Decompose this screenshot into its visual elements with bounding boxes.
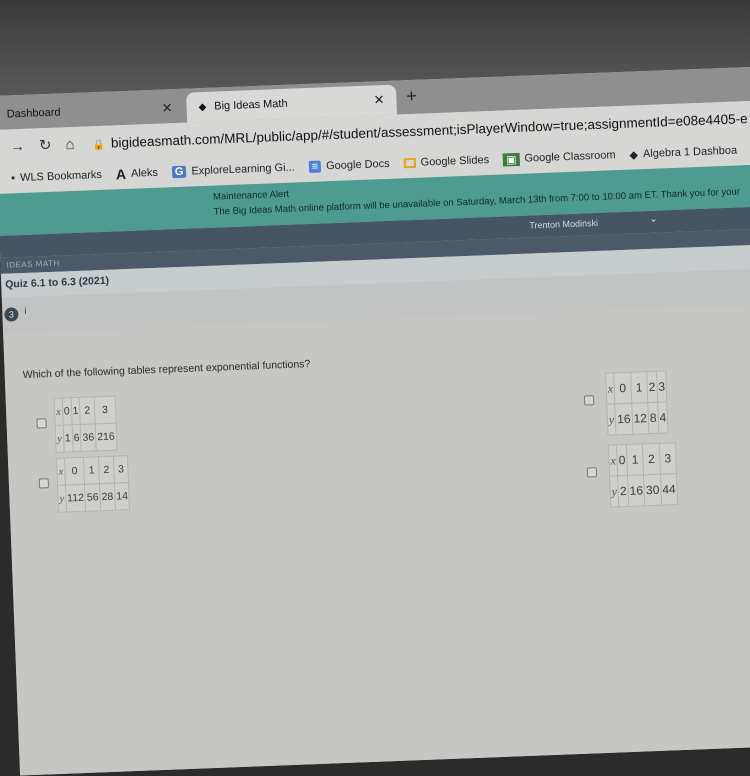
- bookmarks-folder-icon: ▪: [10, 172, 16, 185]
- user-name[interactable]: Trenton Modinski: [529, 218, 598, 231]
- x-value: 3: [659, 442, 677, 475]
- bookmark-google-slides[interactable]: Google Slides: [403, 154, 489, 169]
- question-text: Which of the following tables represent …: [22, 358, 311, 382]
- bookmark-algebra-dashboard[interactable]: ◆ Algebra 1 Dashboa: [629, 144, 738, 162]
- y-value: 12: [631, 402, 649, 435]
- bookmark-label: Algebra 1 Dashboa: [642, 144, 738, 161]
- chevron-down-icon[interactable]: ⌄: [649, 214, 658, 225]
- bookmark-label: WLS Bookmarks: [19, 168, 103, 185]
- bookmark-aleks[interactable]: A Aleks: [115, 165, 159, 183]
- tab-label: Dashboard: [6, 106, 61, 121]
- answer-checkbox[interactable]: [586, 467, 598, 478]
- x-value: 2: [79, 396, 96, 425]
- google-classroom-icon: ▣: [502, 152, 520, 166]
- lock-icon: 🔒: [92, 139, 106, 151]
- browser-screen: Dashboard ✕ ◆ Big Ideas Math ✕ + → ↻ ⌂ 🔒…: [0, 66, 750, 776]
- bookmark-label: Aleks: [130, 166, 159, 180]
- y-value: 30: [643, 474, 662, 506]
- close-icon[interactable]: ✕: [161, 100, 173, 116]
- explorelearning-icon: G: [171, 165, 187, 179]
- x-value: 1: [630, 371, 648, 404]
- question-area: Which of the following tables represent …: [3, 303, 750, 776]
- y-value: 44: [660, 473, 678, 506]
- big-ideas-icon: ◆: [198, 101, 207, 113]
- y-value: 56: [84, 483, 101, 512]
- x-value: 2: [642, 443, 661, 475]
- y-value: 216: [95, 423, 117, 451]
- y-value: 16: [627, 474, 646, 507]
- x-value: 3: [94, 396, 116, 424]
- x-value: 1: [83, 456, 100, 485]
- bookmark-google-docs[interactable]: ≡ Google Docs: [308, 157, 390, 173]
- bookmark-label: ExploreLearning Gi...: [191, 161, 295, 178]
- y-value: 36: [80, 423, 97, 452]
- quiz-title: Quiz 6.1 to 6.3 (2021): [5, 274, 110, 291]
- brand-logo: IDEAS MATH: [6, 258, 60, 270]
- bookmark-wls[interactable]: ▪ WLS Bookmarks: [11, 169, 102, 184]
- google-docs-icon: ≡: [308, 160, 322, 173]
- alert-title: Maintenance Alert: [212, 188, 290, 203]
- new-tab-icon[interactable]: +: [406, 86, 417, 107]
- values-table: x 0 1 2 3 y 112 56 28 14: [55, 455, 131, 513]
- forward-icon[interactable]: →: [10, 137, 26, 155]
- close-icon[interactable]: ✕: [373, 92, 385, 108]
- answer-checkbox[interactable]: [36, 418, 47, 429]
- x-value: 0: [64, 457, 85, 486]
- question-number-badge[interactable]: 3: [4, 307, 19, 322]
- x-value: 3: [656, 370, 668, 403]
- bookmark-label: Google Classroom: [524, 149, 616, 165]
- x-value: 1: [626, 443, 644, 476]
- x-value: 0: [613, 372, 632, 404]
- y-value: 16: [615, 403, 633, 435]
- y-value: 4: [657, 401, 669, 434]
- values-table: x 0 1 2 3 y 1 6 36 216: [53, 395, 118, 453]
- x-value: 2: [98, 456, 115, 484]
- answer-checkbox[interactable]: [583, 395, 595, 406]
- y-value: 112: [65, 484, 86, 513]
- home-icon[interactable]: ⌂: [65, 135, 75, 152]
- bookmark-label: Google Slides: [420, 154, 490, 169]
- bookmark-label: Google Docs: [325, 157, 390, 173]
- reload-icon[interactable]: ↻: [39, 136, 52, 154]
- y-value: 28: [99, 483, 116, 511]
- x-value: 3: [113, 455, 129, 484]
- values-table: x 0 1 2 3 y 2 16 30 44: [607, 442, 679, 508]
- tab-label: Big Ideas Math: [214, 97, 288, 113]
- y-value: 14: [114, 482, 130, 511]
- bookmark-explorelearning[interactable]: G ExploreLearning Gi...: [171, 161, 295, 179]
- values-table: x 0 1 2 3 y 16 12 8 4: [605, 370, 669, 436]
- info-icon[interactable]: i: [24, 306, 27, 317]
- bookmark-google-classroom[interactable]: ▣ Google Classroom: [502, 149, 616, 166]
- google-slides-icon: [403, 157, 416, 169]
- big-ideas-icon: ◆: [629, 148, 639, 162]
- aleks-icon: A: [115, 165, 127, 183]
- answer-checkbox[interactable]: [38, 478, 50, 489]
